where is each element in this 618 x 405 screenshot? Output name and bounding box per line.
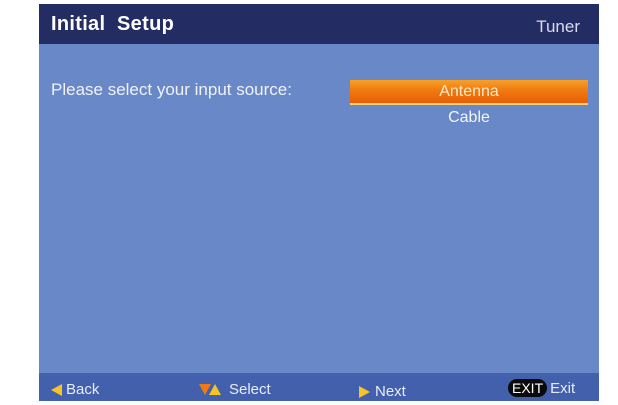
back-hint[interactable]: Back — [51, 381, 99, 398]
input-source-list: Antenna Cable — [350, 80, 588, 130]
exit-label: Exit — [550, 379, 576, 397]
header-bar: Initial Setup Tuner — [39, 4, 599, 44]
exit-key-icon: EXIT — [508, 379, 548, 397]
exit-hint[interactable]: EXIT Exit — [508, 379, 575, 397]
select-hint[interactable]: Select — [199, 381, 271, 398]
select-label: Select — [229, 381, 271, 398]
section-label: Tuner — [536, 17, 580, 36]
next-label: Next — [375, 383, 406, 400]
up-arrow-icon — [209, 384, 221, 395]
left-arrow-icon — [51, 383, 62, 396]
option-cable[interactable]: Cable — [350, 105, 588, 130]
footer-hints: Back Select Next EXIT Exit — [39, 373, 599, 401]
right-arrow-icon — [359, 385, 370, 398]
input-source-prompt: Please select your input source: — [51, 80, 292, 99]
page-title: Initial Setup — [51, 13, 175, 35]
setup-screen: Initial Setup Tuner Please select your i… — [39, 4, 599, 401]
back-label: Back — [66, 381, 100, 398]
next-hint[interactable]: Next — [359, 383, 406, 400]
option-antenna[interactable]: Antenna — [350, 80, 588, 105]
